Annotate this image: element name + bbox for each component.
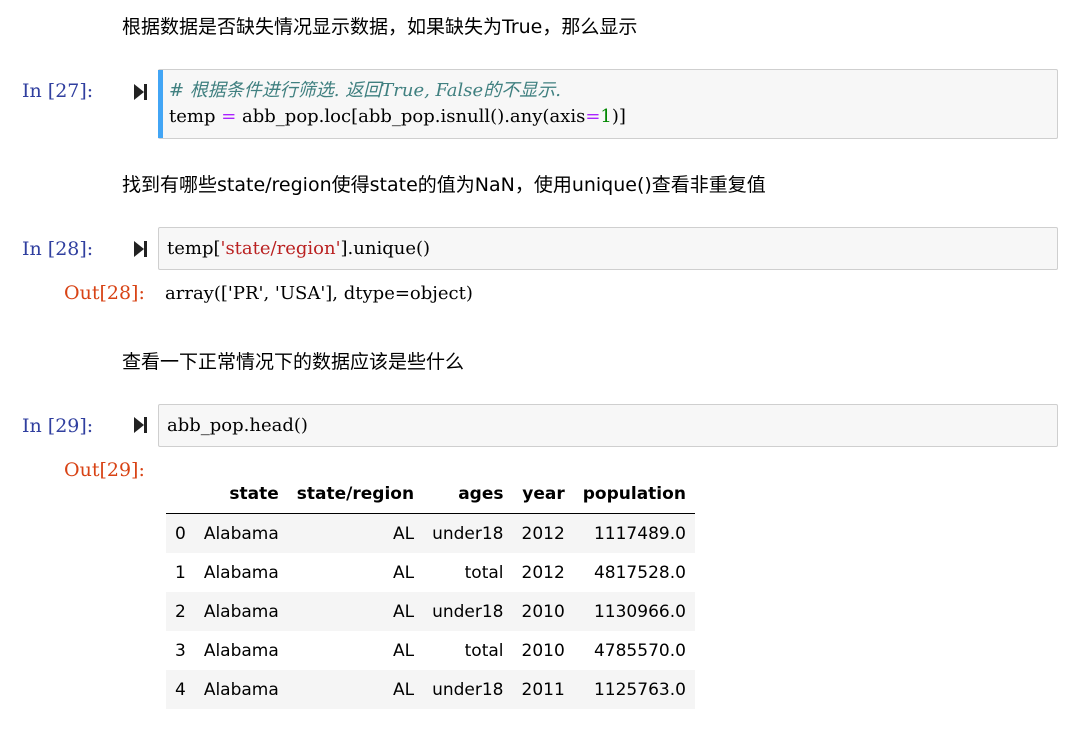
run-cell-icon — [134, 241, 147, 257]
cell-population: 1125763.0 — [593, 679, 686, 700]
cell-ages: total — [464, 640, 504, 661]
cell-state: Alabama — [203, 601, 279, 622]
markdown-text-1: 根据数据是否缺失情况显示数据，如果缺失为True，那么显示 — [122, 16, 638, 38]
markdown-text-2: 找到有哪些state/region使得state的值为NaN，使用unique(… — [122, 174, 766, 196]
row-index: 3 — [175, 640, 186, 661]
code-cell-28[interactable]: temp['state/region'].unique() — [158, 227, 1058, 270]
cell-year: 2012 — [521, 523, 565, 544]
input-prompt-28: In [28]: — [22, 238, 94, 260]
column-header-index — [166, 476, 195, 514]
column-header-year: year — [512, 476, 574, 514]
table-row: 4 Alabama AL under18 2011 1125763.0 — [166, 670, 695, 709]
markdown-text-3: 查看一下正常情况下的数据应该是些什么 — [122, 351, 465, 373]
table-row: 1 Alabama AL total 2012 4817528.0 — [166, 553, 695, 592]
cell-state-region: AL — [392, 562, 415, 583]
code-line-2c: )] — [611, 106, 626, 127]
cell-year: 2012 — [521, 562, 565, 583]
output-prompt-29: Out[29]: — [64, 459, 145, 481]
code-operator-2: = — [585, 106, 601, 127]
run-cell-button-29[interactable] — [131, 415, 151, 435]
cell-state-region: AL — [392, 679, 415, 700]
cell-year: 2010 — [521, 601, 565, 622]
run-cell-icon — [134, 417, 147, 433]
code-string: 'state/region' — [220, 238, 341, 259]
cell-ages: under18 — [432, 601, 504, 622]
table-row: 2 Alabama AL under18 2010 1130966.0 — [166, 592, 695, 631]
cell-state-region: AL — [392, 523, 415, 544]
run-cell-button-27[interactable] — [131, 82, 151, 102]
row-index: 1 — [175, 562, 186, 583]
code-text-a: temp[ — [167, 238, 221, 259]
dataframe-table: state state/region ages year population … — [166, 476, 695, 709]
output-prompt-28: Out[28]: — [64, 282, 145, 304]
row-index: 4 — [175, 679, 186, 700]
output-text-28: array(['PR', 'USA'], dtype=object) — [165, 283, 473, 304]
cell-ages: under18 — [432, 679, 504, 700]
cell-state-region: AL — [392, 640, 415, 661]
code-cell-29[interactable]: abb_pop.head() — [158, 404, 1058, 447]
cell-state: Alabama — [203, 640, 279, 661]
table-row: 0 Alabama AL under18 2012 1117489.0 — [166, 513, 695, 553]
cell-state: Alabama — [203, 679, 279, 700]
cell-ages: total — [464, 562, 504, 583]
code-comment: # 根据条件进行筛选. 返回True, False的不显示. — [169, 80, 561, 101]
row-index: 0 — [175, 523, 186, 544]
active-cell-indicator — [158, 70, 163, 138]
cell-state: Alabama — [203, 562, 279, 583]
code-text: abb_pop.head() — [167, 415, 308, 436]
table-header-row: state state/region ages year population — [166, 476, 695, 514]
column-header-state: state — [194, 476, 288, 514]
column-header-population: population — [573, 476, 695, 514]
cell-population: 1130966.0 — [593, 601, 686, 622]
code-operator: = — [221, 106, 237, 127]
cell-state: Alabama — [203, 523, 279, 544]
code-text-b: ].unique() — [340, 238, 431, 259]
cell-year: 2011 — [521, 679, 565, 700]
row-index: 2 — [175, 601, 186, 622]
input-prompt-27: In [27]: — [22, 80, 94, 102]
code-cell-27[interactable]: # 根据条件进行筛选. 返回True, False的不显示. temp = ab… — [158, 69, 1058, 139]
run-cell-button-28[interactable] — [131, 239, 151, 259]
cell-year: 2010 — [521, 640, 565, 661]
code-line-2b: abb_pop.loc[abb_pop.isnull().any(axis — [236, 106, 586, 127]
table-row: 3 Alabama AL total 2010 4785570.0 — [166, 631, 695, 670]
column-header-state-region: state/region — [287, 476, 424, 514]
cell-population: 4785570.0 — [593, 640, 686, 661]
input-prompt-29: In [29]: — [22, 415, 94, 437]
cell-population: 4817528.0 — [593, 562, 686, 583]
column-header-ages: ages — [423, 476, 513, 514]
cell-population: 1117489.0 — [593, 523, 686, 544]
cell-state-region: AL — [392, 601, 415, 622]
code-number: 1 — [600, 106, 612, 127]
cell-ages: under18 — [432, 523, 504, 544]
code-line-2a: temp — [169, 106, 222, 127]
run-cell-icon — [134, 84, 147, 100]
